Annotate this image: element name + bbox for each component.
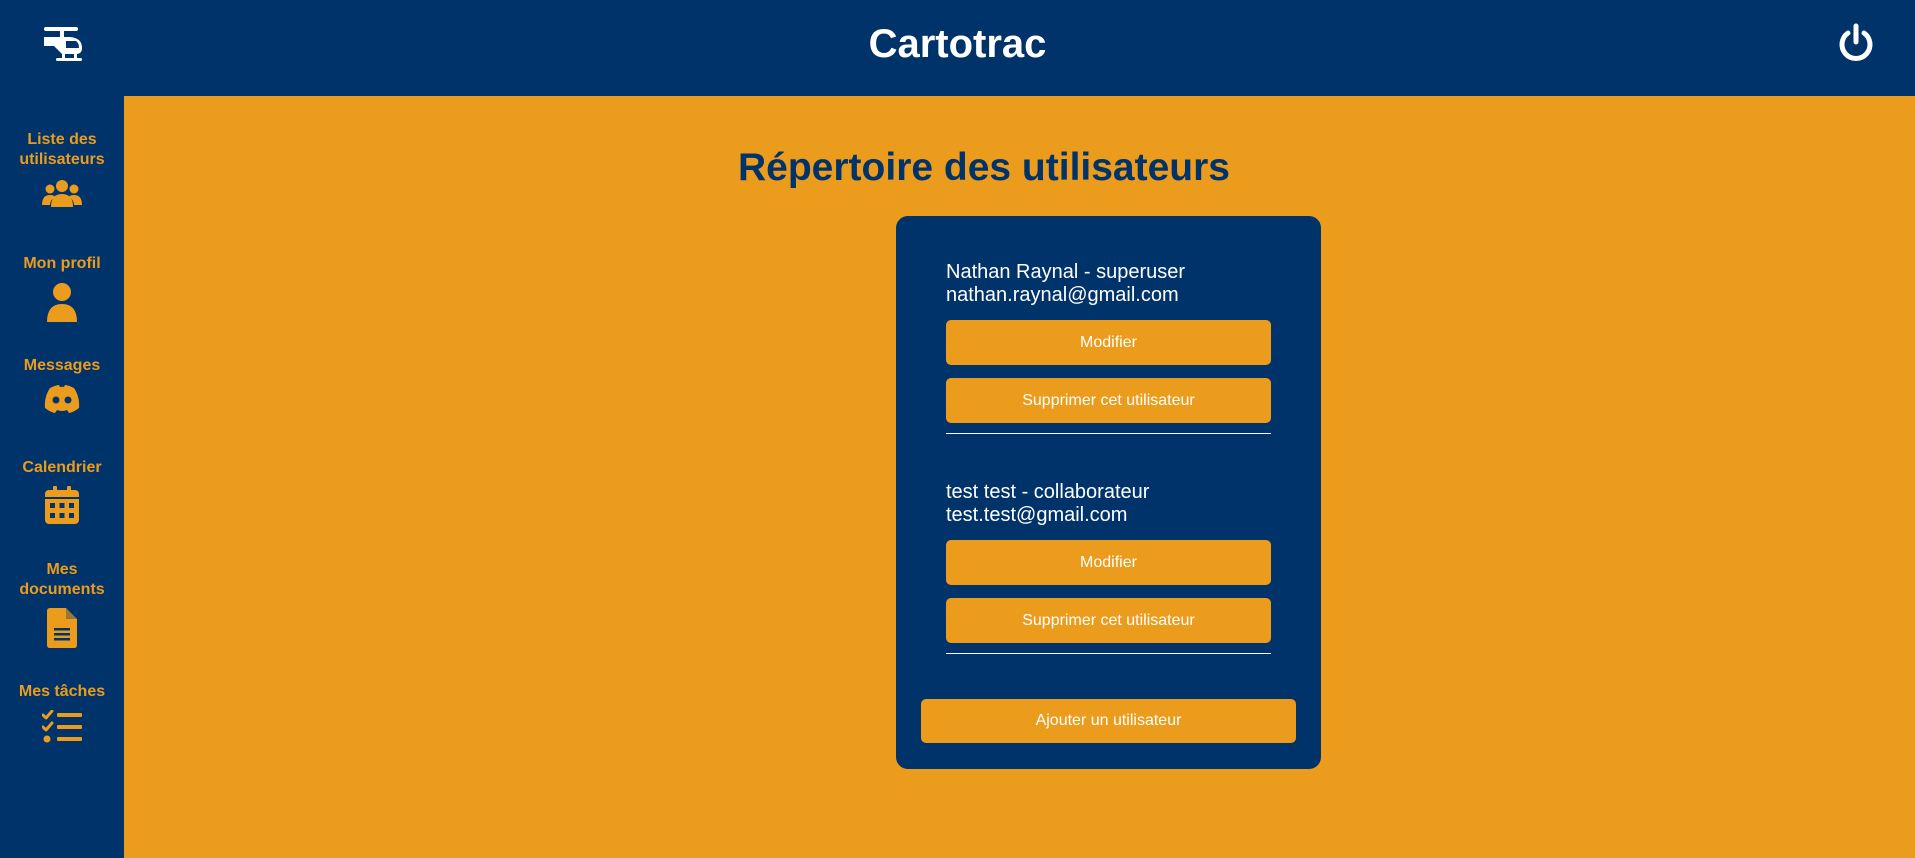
divider <box>946 433 1271 434</box>
sidebar-item-label: Mes tâches <box>18 683 106 700</box>
delete-user-button[interactable]: Supprimer cet utilisateur <box>946 378 1271 423</box>
sidebar-item-profile[interactable]: Mon profil <box>0 254 124 322</box>
sidebar-item-tasks[interactable]: Mes tâches <box>0 682 124 744</box>
sidebar: Liste des utilisateurs Mon profil Messag… <box>0 96 124 858</box>
app-title: Cartotrac <box>868 22 1047 66</box>
sidebar-item-label: Liste des utilisateurs <box>19 131 105 168</box>
sidebar-item-messages[interactable]: Messages <box>0 356 124 414</box>
users-icon <box>42 180 82 207</box>
main-content: Répertoire des utilisateurs Nathan Rayna… <box>124 96 1915 858</box>
user-entry: test test - collaborateur test.test@gmai… <box>946 481 1271 654</box>
sidebar-item-label: Calendrier <box>22 459 102 476</box>
user-name-role: Nathan Raynal - superuser <box>946 261 1186 283</box>
divider <box>946 653 1271 654</box>
add-user-button[interactable]: Ajouter un utilisateur <box>921 699 1296 743</box>
user-directory-card: Nathan Raynal - superuser nathan.raynal@… <box>896 216 1321 769</box>
task-list-icon <box>42 710 82 743</box>
user-email: nathan.raynal@gmail.com <box>946 284 1179 306</box>
sidebar-item-documents[interactable]: Mes documents <box>0 560 124 648</box>
power-icon[interactable] <box>1836 22 1876 64</box>
user-icon <box>47 283 77 322</box>
page-title: Répertoire des utilisateurs <box>738 146 1230 189</box>
edit-user-button[interactable]: Modifier <box>946 320 1271 365</box>
edit-user-button[interactable]: Modifier <box>946 540 1271 585</box>
document-icon <box>47 608 77 648</box>
calendar-icon <box>45 486 79 524</box>
sidebar-item-label: Messages <box>23 357 101 374</box>
user-name-role: test test - collaborateur <box>946 481 1150 503</box>
sidebar-item-label: Mes documents <box>19 561 105 598</box>
sidebar-item-label: Mon profil <box>23 255 101 272</box>
top-bar: Cartotrac <box>0 0 1915 96</box>
user-email: test.test@gmail.com <box>946 504 1128 526</box>
sidebar-item-calendar[interactable]: Calendrier <box>0 458 124 524</box>
delete-user-button[interactable]: Supprimer cet utilisateur <box>946 598 1271 643</box>
user-entry: Nathan Raynal - superuser nathan.raynal@… <box>946 261 1271 434</box>
discord-icon <box>44 385 80 413</box>
sidebar-item-user-list[interactable]: Liste des utilisateurs <box>0 130 124 208</box>
